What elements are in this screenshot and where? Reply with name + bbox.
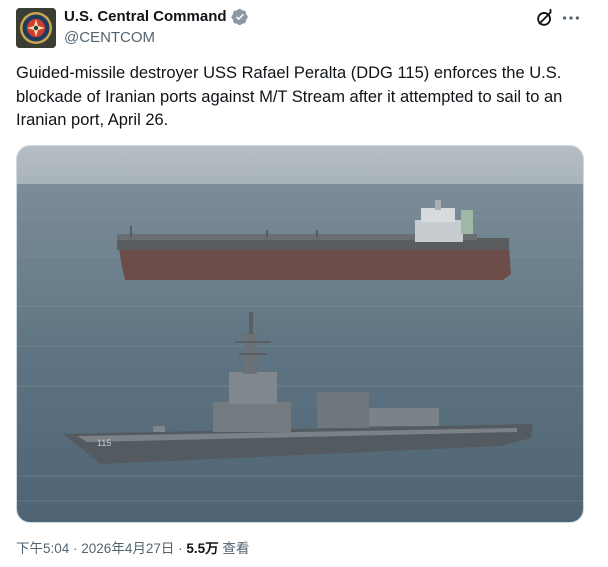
post-date[interactable]: 2026年4月27日 [81,541,174,556]
meta-separator: · [69,541,82,556]
more-icon[interactable] [560,7,582,29]
avatar[interactable] [16,8,56,48]
post-time[interactable]: 下午5:04 [16,541,69,556]
post-image[interactable]: 115 [16,145,584,523]
centcom-seal-icon [16,8,56,48]
grok-icon[interactable] [534,7,556,29]
views-label: 查看 [222,541,250,556]
meta-separator-2: · [174,541,187,556]
tweet: U.S. Central Command @CENTCOM Guided-mis… [0,0,608,567]
author-display-name[interactable]: U.S. Central Command [64,7,227,27]
hull-number-label: 115 [97,438,111,448]
author-name-row: U.S. Central Command [64,7,249,27]
views-count: 5.5万 [186,541,219,556]
ships-photo: 115 [17,146,583,522]
post-metadata: 下午5:04 · 2026年4月27日 · 5.5万 查看 [16,539,249,559]
post-text: Guided-missile destroyer USS Rafael Pera… [16,64,563,129]
author-handle[interactable]: @CENTCOM [64,28,155,48]
verified-badge-icon [231,8,248,26]
